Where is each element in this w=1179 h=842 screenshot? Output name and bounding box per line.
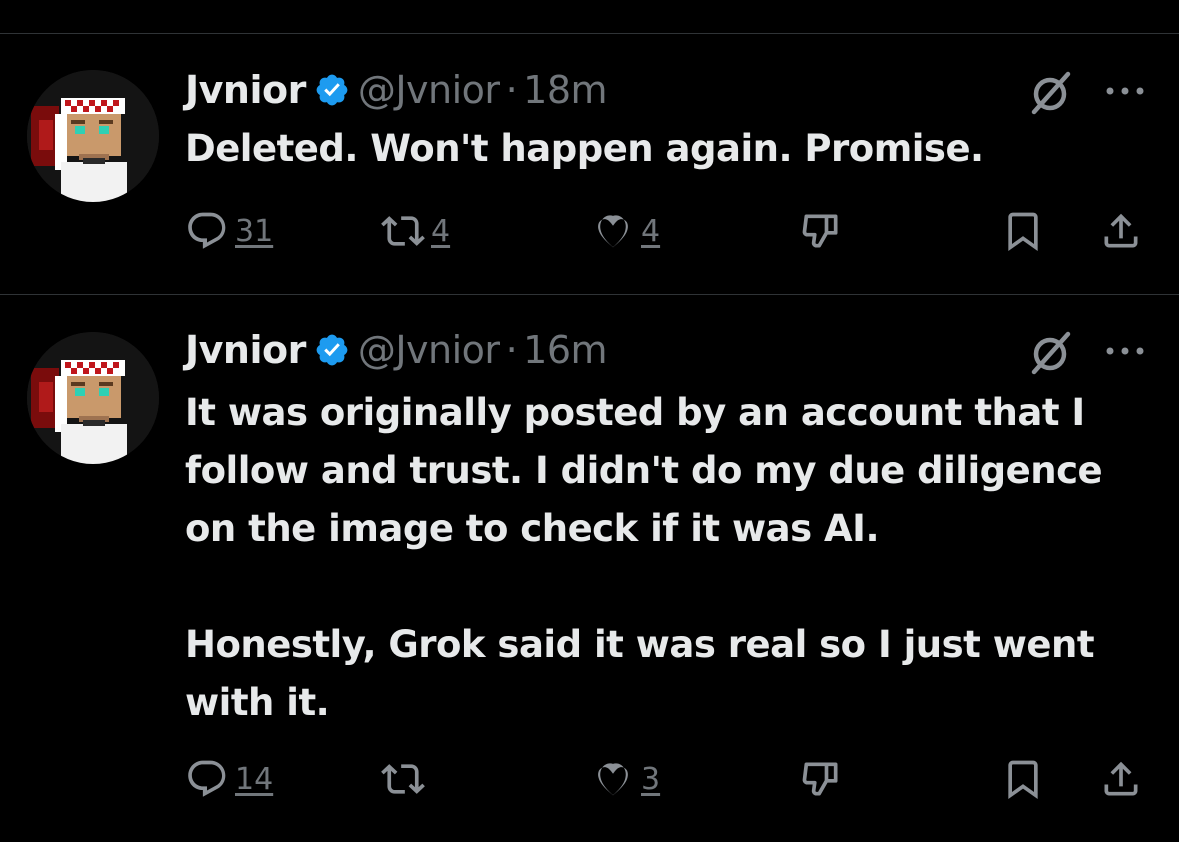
share-button[interactable] bbox=[1099, 206, 1143, 256]
separator: · bbox=[505, 328, 518, 372]
repost-icon bbox=[381, 764, 425, 794]
more-icon[interactable] bbox=[1100, 336, 1152, 366]
reply-icon bbox=[188, 212, 226, 249]
avatar-image bbox=[27, 332, 159, 464]
reply-button[interactable]: 31 bbox=[185, 206, 273, 256]
tweet-divider bbox=[0, 294, 1179, 295]
author-handle[interactable]: @Jvnior bbox=[358, 328, 500, 372]
verified-badge-icon bbox=[316, 74, 348, 106]
author-name[interactable]: Jvnior bbox=[185, 328, 306, 372]
top-divider bbox=[0, 33, 1179, 34]
like-count[interactable]: 3 bbox=[641, 762, 660, 797]
bookmark-button[interactable] bbox=[1001, 754, 1045, 804]
like-button[interactable]: 3 bbox=[591, 754, 660, 804]
repost-icon bbox=[381, 216, 425, 246]
tweet-header: Jvnior @Jvnior · 18m bbox=[185, 66, 608, 114]
timestamp[interactable]: 16m bbox=[523, 328, 607, 372]
like-icon bbox=[598, 215, 628, 248]
avatar-image bbox=[27, 70, 159, 202]
dislike-button[interactable] bbox=[799, 754, 843, 804]
tweet-paragraph: Deleted. Won't happen again. Promise. bbox=[185, 127, 984, 170]
separator: · bbox=[505, 68, 518, 112]
like-count[interactable]: 4 bbox=[641, 214, 660, 249]
reply-count[interactable]: 14 bbox=[235, 762, 273, 797]
tweet-header: Jvnior @Jvnior · 16m bbox=[185, 326, 608, 374]
dislike-button[interactable] bbox=[799, 206, 843, 256]
tweet-text: It was originally posted by an account t… bbox=[185, 384, 1165, 732]
tweet-paragraph: It was originally posted by an account t… bbox=[185, 391, 1103, 550]
avatar[interactable] bbox=[27, 332, 159, 464]
action-bar: 14 3 bbox=[185, 754, 1165, 804]
reply-count[interactable]: 31 bbox=[235, 214, 273, 249]
repost-button[interactable] bbox=[381, 754, 431, 804]
like-button[interactable]: 4 bbox=[591, 206, 660, 256]
timestamp[interactable]: 18m bbox=[523, 68, 607, 112]
repost-button[interactable]: 4 bbox=[381, 206, 450, 256]
dislike-icon bbox=[802, 214, 838, 248]
tweet-text: Deleted. Won't happen again. Promise. bbox=[185, 120, 1165, 178]
dislike-icon bbox=[802, 762, 838, 796]
tweet-paragraph: Honestly, Grok said it was real so I jus… bbox=[185, 623, 1095, 724]
grok-icon[interactable] bbox=[1024, 66, 1076, 118]
bookmark-icon bbox=[1008, 212, 1038, 252]
reply-icon bbox=[188, 760, 226, 797]
verified-badge-icon bbox=[316, 334, 348, 366]
author-handle[interactable]: @Jvnior bbox=[358, 68, 500, 112]
avatar[interactable] bbox=[27, 70, 159, 202]
author-name[interactable]: Jvnior bbox=[185, 68, 306, 112]
more-icon[interactable] bbox=[1100, 76, 1152, 106]
action-bar: 31 4 4 bbox=[185, 206, 1165, 256]
share-icon bbox=[1104, 761, 1138, 796]
share-icon bbox=[1104, 213, 1138, 248]
share-button[interactable] bbox=[1099, 754, 1143, 804]
bookmark-button[interactable] bbox=[1001, 206, 1045, 256]
grok-icon[interactable] bbox=[1024, 326, 1076, 378]
reply-button[interactable]: 14 bbox=[185, 754, 273, 804]
like-icon bbox=[598, 763, 628, 796]
repost-count[interactable]: 4 bbox=[431, 214, 450, 249]
bookmark-icon bbox=[1008, 760, 1038, 800]
